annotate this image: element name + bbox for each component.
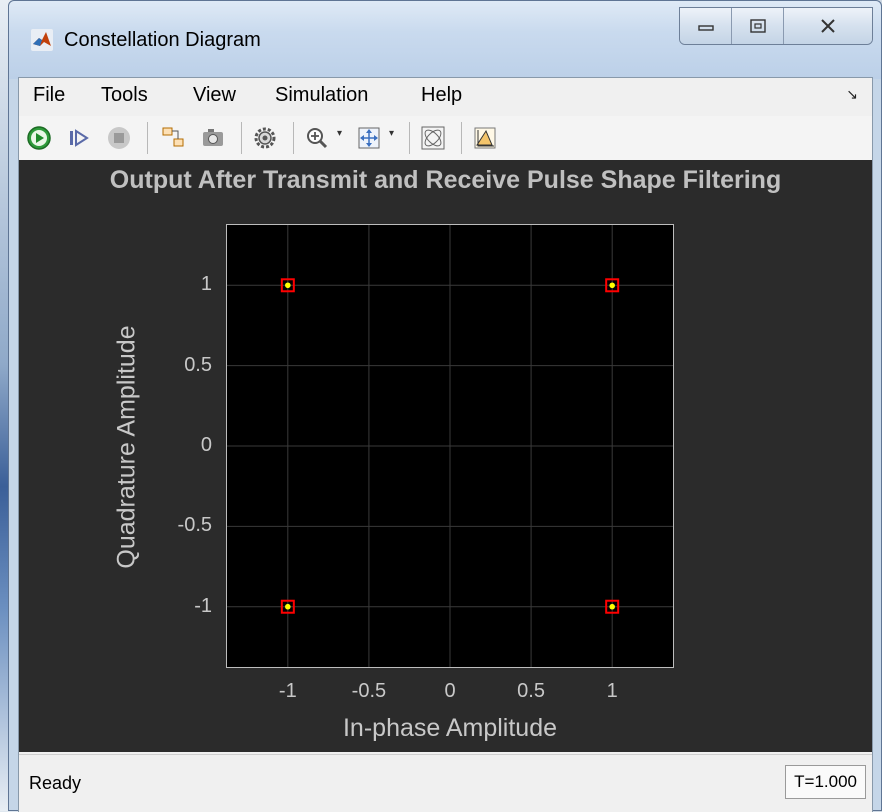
x-tick-label: 0 — [444, 680, 456, 702]
status-bar: Ready T=1.000 — [19, 754, 872, 812]
settings-button[interactable] — [251, 124, 279, 152]
fit-view-button[interactable] — [355, 124, 383, 152]
signal-point — [285, 603, 291, 610]
x-axis-label: In-phase Amplitude — [342, 714, 558, 742]
menu-bar: File Tools View Simulation Help ↘ — [19, 78, 872, 117]
maximize-button[interactable] — [732, 8, 784, 44]
fit-dropdown-arrow-icon[interactable]: ▾ — [389, 128, 394, 139]
reference-constellation-icon — [421, 126, 445, 150]
title-bar[interactable]: Constellation Diagram — [9, 1, 881, 79]
x-tick-label: 1 — [606, 680, 618, 702]
reference-constellation-button[interactable] — [419, 124, 447, 152]
plot-area: Output After Transmit and Receive Pulse … — [19, 160, 872, 752]
close-button[interactable] — [784, 8, 872, 44]
snapshot-icon — [203, 129, 223, 146]
menu-tools[interactable]: Tools — [101, 84, 148, 107]
y-tick-label: 0 — [200, 434, 212, 456]
x-tick-label: -0.5 — [351, 680, 387, 702]
y-tick-label: -1 — [194, 594, 212, 617]
run-button[interactable] — [25, 124, 53, 152]
y-axis-label: Quadrature Amplitude — [112, 325, 141, 569]
undock-arrow-icon[interactable]: ↘ — [846, 86, 858, 103]
highlight-block-button[interactable] — [159, 124, 187, 152]
plot-title: Output After Transmit and Receive Pulse … — [109, 166, 782, 194]
y-tick-label: -0.5 — [177, 514, 212, 537]
maximize-icon — [749, 19, 766, 33]
snapshot-button[interactable] — [199, 124, 227, 152]
measurement-icon — [474, 127, 496, 149]
constellation-window: Constellation Diagram File Tools View Si… — [8, 0, 882, 812]
zoom-in-icon — [307, 128, 328, 149]
plot-axes[interactable] — [226, 224, 674, 668]
minimize-icon — [697, 25, 714, 31]
toolbar-separator — [409, 122, 410, 154]
toolbar-separator — [293, 122, 294, 154]
close-icon — [821, 19, 835, 33]
toolbar: ▾ ▾ — [19, 116, 872, 161]
fit-view-icon — [358, 127, 380, 149]
zoom-in-button[interactable] — [303, 124, 331, 152]
step-forward-button[interactable] — [65, 124, 93, 152]
settings-icon — [254, 127, 276, 149]
toolbar-separator — [461, 122, 462, 154]
window-client: File Tools View Simulation Help ↘ ▾ ▾ Ou… — [18, 77, 873, 812]
toolbar-separator — [147, 122, 148, 154]
menu-help[interactable]: Help — [421, 84, 462, 107]
y-tick-label: 1 — [200, 273, 212, 296]
x-tick-label: -1 — [278, 680, 297, 702]
measurement-button[interactable] — [471, 124, 499, 152]
y-tick-label: 0.5 — [184, 353, 212, 376]
signal-point — [285, 282, 291, 289]
highlight-block-icon — [162, 127, 184, 147]
window-controls — [679, 7, 873, 45]
zoom-dropdown-arrow-icon[interactable]: ▾ — [337, 128, 342, 139]
window-title: Constellation Diagram — [64, 29, 261, 51]
step-forward-icon — [70, 129, 89, 147]
simulation-time: T=1.000 — [785, 765, 866, 799]
x-tick-label: 0.5 — [517, 680, 545, 702]
constellation-plot — [227, 225, 673, 667]
status-text: Ready — [29, 773, 82, 793]
stop-icon — [108, 127, 130, 149]
menu-simulation[interactable]: Simulation — [275, 84, 368, 107]
matlab-icon — [31, 29, 53, 51]
menu-view[interactable]: View — [193, 84, 236, 107]
signal-point — [609, 603, 615, 610]
stop-button[interactable] — [105, 124, 133, 152]
signal-point — [609, 282, 615, 289]
toolbar-separator — [241, 122, 242, 154]
run-icon — [27, 126, 51, 150]
menu-file[interactable]: File — [33, 84, 65, 107]
minimize-button[interactable] — [680, 8, 732, 44]
